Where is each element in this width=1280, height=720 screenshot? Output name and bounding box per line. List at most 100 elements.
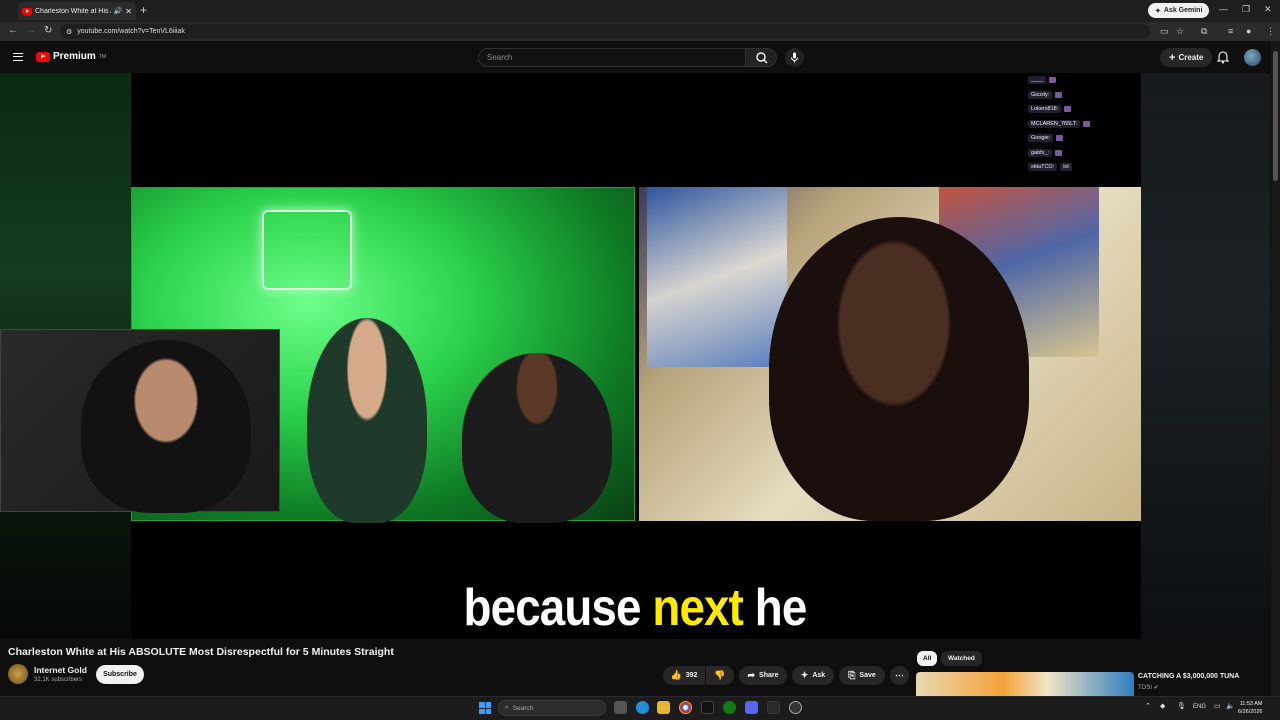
reactor-person	[81, 340, 251, 513]
caption-highlight: next	[652, 579, 743, 637]
chat-line: Gizzdy:	[1028, 88, 1138, 103]
recommended-channel-name: TOSI	[1138, 685, 1152, 691]
ask-button[interactable]: ✦ Ask	[792, 666, 834, 685]
scrollbar-thumb[interactable]	[1273, 51, 1278, 181]
file-explorer-icon[interactable]	[657, 701, 670, 714]
save-button[interactable]: ⎘ Save	[839, 666, 885, 685]
recommended-title[interactable]: CATCHING A $3,000,000 TUNA	[1138, 673, 1239, 680]
tray-app-icon[interactable]: ◆	[1160, 702, 1165, 710]
search-button[interactable]	[745, 48, 777, 67]
windows-start-icon[interactable]	[479, 702, 491, 714]
taskbar-search-input[interactable]: ⌕ Search	[498, 700, 606, 716]
recommended-thumbnail[interactable]	[916, 672, 1134, 696]
cast-icon[interactable]: ▭	[1160, 26, 1169, 37]
reading-list-icon[interactable]: ≡	[1228, 26, 1233, 36]
share-arrow-icon: ➦	[747, 670, 756, 680]
share-button[interactable]: ➦ Share	[739, 666, 787, 685]
create-label: Create	[1178, 53, 1204, 62]
youtube-premium-logo[interactable]: Premium TM	[36, 51, 106, 62]
youtube-logo-icon	[36, 51, 50, 62]
tray-mic-icon[interactable]: 🎙	[1177, 702, 1186, 710]
minimize-icon[interactable]: —	[1219, 4, 1228, 14]
account-avatar[interactable]	[1244, 49, 1261, 66]
obs-icon[interactable]	[789, 701, 802, 714]
terminal-icon[interactable]	[701, 701, 714, 714]
app-icon[interactable]	[767, 701, 780, 714]
maximize-icon[interactable]: ❐	[1242, 4, 1250, 15]
speaker-icon[interactable]: 🔊	[114, 7, 123, 15]
subscriber-count: 32.1K subscribers	[34, 677, 83, 683]
chat-username: Googie:	[1028, 134, 1054, 143]
tab-close-icon[interactable]: ✕	[125, 7, 132, 16]
window-close-icon[interactable]: ✕	[1264, 4, 1272, 15]
language-indicator[interactable]: ENG	[1193, 704, 1206, 710]
back-arrow-icon[interactable]: ←	[8, 25, 18, 36]
new-tab-button[interactable]: +	[140, 3, 147, 17]
like-button[interactable]: 👍 392	[663, 666, 705, 685]
clock-time: 11:53 AM	[1239, 701, 1263, 707]
edge-browser-icon[interactable]	[636, 701, 649, 714]
forward-arrow-icon[interactable]: →	[26, 25, 36, 36]
chat-username: ____	[1028, 76, 1047, 85]
chat-line: ____	[1028, 73, 1138, 88]
logo-trademark: TM	[98, 53, 107, 60]
caption-part-1: because	[463, 579, 653, 637]
chat-line: Lokers818:	[1028, 102, 1138, 117]
profile-icon[interactable]: ●	[1246, 26, 1251, 36]
voice-search-button[interactable]	[785, 48, 804, 67]
xbox-icon[interactable]	[723, 701, 736, 714]
hamburger-menu-icon[interactable]	[13, 53, 23, 61]
guest-person-right	[462, 353, 612, 523]
omnibox[interactable]: ⚙ youtube.com/watch?v=TenVL6iiiak	[60, 24, 1150, 39]
browser-menu-icon[interactable]: ⋮	[1266, 26, 1275, 37]
thumbs-down-icon: 👎	[714, 670, 726, 680]
taskbar-search-icon: ⌕	[505, 704, 509, 711]
more-horizontal-icon: ⋯	[895, 670, 904, 680]
chat-line: gabfx_:	[1028, 146, 1138, 161]
extensions-icon[interactable]: ⧉	[1201, 26, 1207, 37]
dislike-button[interactable]: 👎	[706, 666, 734, 685]
chat-badge-icon	[1055, 149, 1063, 156]
chat-username: MCLAREN_765LT:	[1028, 119, 1081, 128]
windows-taskbar: ⌕ Search ⌃ ◆ 🎙 ENG ▭ 🔈 11:53 AM 6/26/202…	[0, 696, 1280, 720]
ambient-glow-right	[1141, 73, 1270, 639]
more-actions-button[interactable]: ⋯	[890, 666, 909, 685]
charleston-white-person	[769, 217, 1029, 521]
chip-all[interactable]: All	[917, 651, 938, 666]
bookmark-star-icon[interactable]: ☆	[1176, 26, 1184, 37]
subscribe-button[interactable]: Subscribe	[96, 665, 144, 684]
caption-part-2: he	[742, 579, 808, 637]
stream-camera-right	[639, 187, 1141, 521]
chip-watched[interactable]: Watched	[941, 651, 982, 666]
volume-icon[interactable]: 🔈	[1226, 702, 1235, 710]
browser-tab[interactable]: Charleston White at His AB 🔊 ✕	[18, 2, 136, 20]
streamer-person-left	[307, 318, 427, 523]
notifications-button[interactable]	[1216, 50, 1230, 69]
channel-name[interactable]: Internet Gold	[34, 665, 87, 675]
video-caption: because next he	[76, 578, 1194, 638]
taskbar-clock[interactable]: 11:53 AM 6/26/2026	[1238, 700, 1262, 716]
url-text[interactable]: youtube.com/watch?v=TenVL6iiiak	[77, 28, 185, 35]
recommended-channel[interactable]: TOSI ✔	[1138, 684, 1159, 691]
reload-icon[interactable]: ↻	[44, 25, 52, 36]
channel-avatar[interactable]	[8, 664, 28, 684]
youtube-favicon-icon	[22, 7, 32, 15]
taskbar-search-placeholder: Search	[512, 704, 534, 712]
search-input[interactable]: Search	[478, 48, 746, 67]
reactor-facecam	[0, 329, 280, 513]
discord-icon[interactable]	[745, 701, 758, 714]
network-icon[interactable]: ▭	[1214, 702, 1221, 710]
video-player[interactable]: ____ Gizzdy: Lokers818: MCLAREN_765LT: Googi…	[0, 73, 1270, 639]
ask-gemini-button[interactable]: ✦ Ask Gemini	[1148, 3, 1210, 18]
create-button[interactable]: + Create	[1160, 48, 1213, 67]
ask-gemini-label: Ask Gemini	[1163, 7, 1203, 14]
task-view-icon[interactable]	[614, 701, 627, 714]
tab-title: Charleston White at His AB	[35, 7, 111, 15]
chrome-icon[interactable]	[679, 701, 692, 714]
page-scrollbar[interactable]	[1271, 41, 1280, 696]
logo-text: Premium	[53, 51, 96, 62]
site-info-icon[interactable]: ⚙	[66, 28, 72, 36]
tray-chevron-icon[interactable]: ⌃	[1145, 702, 1151, 710]
search-icon	[756, 52, 768, 64]
sparkle-icon: ✦	[800, 670, 809, 680]
